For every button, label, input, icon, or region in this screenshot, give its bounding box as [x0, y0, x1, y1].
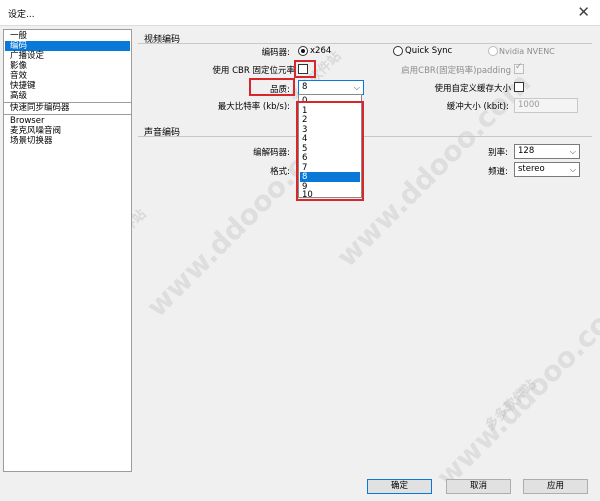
cancel-button[interactable]: 取消: [446, 479, 511, 494]
encoder-radio-x264[interactable]: [298, 46, 308, 56]
quality-select-value: 8: [302, 82, 308, 92]
sidebar-item-browser[interactable]: Browser: [5, 116, 130, 126]
apply-button[interactable]: 应用: [523, 479, 588, 494]
codec-label: 编解码器:: [253, 148, 290, 158]
cbr-label: 使用 CBR 固定位元率: [212, 66, 295, 76]
encoder-radio-quick-sync[interactable]: [393, 46, 403, 56]
audio-bitrate-value: 128: [518, 146, 535, 156]
sidebar-item-general[interactable]: 一般: [5, 31, 130, 41]
highlight-box: [294, 60, 316, 78]
bitrate-label: 别率:: [488, 148, 508, 158]
settings-sidebar: 一般 编码 广播设定 影像 音效 快捷键 高级 快速同步编码器 Browser …: [3, 29, 132, 472]
sidebar-item-broadcast[interactable]: 广播设定: [5, 51, 130, 61]
sidebar-item-quick-sync[interactable]: 快速同步编码器: [5, 103, 130, 113]
sidebar-item-encoding[interactable]: 编码: [5, 41, 130, 51]
sidebar-divider: [4, 114, 131, 115]
chevron-down-icon: ⌵: [569, 165, 576, 174]
checkmark-icon: ✓: [515, 62, 523, 72]
watermark-text: 多多软件站: [482, 376, 540, 434]
quality-select[interactable]: 8 ⌵: [298, 80, 364, 95]
sidebar-item-advanced[interactable]: 高级: [5, 91, 130, 101]
encoder-option-label: Quick Sync: [405, 46, 453, 56]
chevron-down-icon: ⌵: [569, 147, 576, 156]
sidebar-item-noise-gate[interactable]: 麦克风噪音阀: [5, 126, 130, 136]
encoder-radio-nvenc: [488, 46, 498, 56]
section-divider: [138, 43, 592, 44]
sidebar-item-video[interactable]: 影像: [5, 61, 130, 71]
audio-channel-value: stereo: [518, 164, 545, 174]
buffer-custom-checkbox[interactable]: [514, 82, 524, 92]
highlight-box: [296, 101, 364, 201]
max-bitrate-label: 最大比特率 (kb/s):: [217, 102, 290, 112]
encoder-label: 编码器:: [261, 48, 290, 58]
ok-button[interactable]: 确定: [367, 479, 432, 494]
cbr-padding-checkbox: ✓: [514, 62, 524, 74]
window-title: 设定...: [8, 10, 35, 20]
buffer-custom-label: 使用自定义缓存大小: [434, 84, 511, 94]
sidebar-item-scene-switcher[interactable]: 场景切换器: [5, 136, 130, 146]
highlight-box: [249, 78, 295, 96]
buffer-size-input: 1000: [514, 98, 578, 113]
sidebar-item-audio[interactable]: 音效: [5, 71, 130, 81]
cbr-padding-label: 启用CBR(固定码率)padding: [401, 66, 511, 76]
title-bar: 设定... ✕: [0, 0, 600, 26]
format-label: 格式:: [270, 167, 290, 177]
watermark-text: www.ddooo.com: [430, 286, 600, 494]
chevron-down-icon: ⌵: [353, 83, 360, 92]
channel-label: 频道:: [488, 167, 508, 177]
buffer-size-label: 缓冲大小 (kbit):: [446, 102, 509, 112]
audio-bitrate-select[interactable]: 128 ⌵: [514, 144, 580, 159]
close-icon[interactable]: ✕: [577, 3, 590, 21]
encoder-option-label: x264: [310, 46, 332, 56]
encoder-option-label: Nvidia NVENC: [499, 47, 555, 56]
audio-channel-select[interactable]: stereo ⌵: [514, 162, 580, 177]
sidebar-item-hotkeys[interactable]: 快捷键: [5, 81, 130, 91]
section-divider: [138, 136, 592, 137]
